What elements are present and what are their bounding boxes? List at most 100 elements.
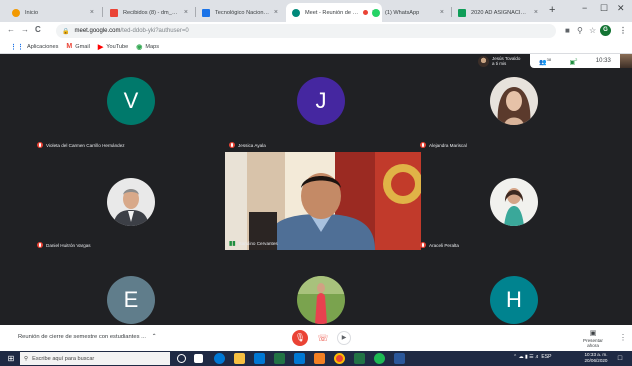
participants-button[interactable]: 👥38: [539, 57, 551, 66]
mic-off-icon: [420, 142, 426, 148]
bookmark-maps[interactable]: ◉ Maps: [136, 43, 159, 51]
network-icon[interactable]: ☰: [529, 354, 533, 360]
tab-gmail[interactable]: Recibidos (8) - dm_gestorio ×: [104, 3, 194, 22]
participant-name-tag: Araceli Peralta: [420, 242, 459, 248]
task-view-icon[interactable]: [194, 354, 203, 363]
participant-photo-art: [490, 178, 538, 226]
mic-off-icon: 🎙: [294, 333, 306, 342]
participant-name: Araceli Peralta: [429, 242, 459, 248]
taskbar-clock[interactable]: 10:33 a. m. 20/06/2020: [583, 352, 609, 364]
close-tab-icon[interactable]: ×: [534, 9, 538, 16]
chrome-icon[interactable]: [334, 353, 345, 364]
address-bar[interactable]: 🔒 meet.google.com /ted-ddob-yki?authuser…: [56, 24, 556, 38]
tab-label: Recibidos (8) - dm_gestorio: [123, 9, 180, 16]
cortana-icon[interactable]: [177, 354, 186, 363]
apps-grid-icon: ⋮⋮: [10, 43, 24, 51]
taskbar-search-box[interactable]: ⚲ Escribe aquí para buscar: [20, 352, 170, 365]
close-tab-icon[interactable]: ×: [184, 9, 188, 16]
participant-avatar-j: J: [297, 77, 345, 125]
participant-name: Jessica Ayala: [238, 142, 266, 148]
close-tab-icon[interactable]: ×: [274, 9, 278, 16]
tab-tecnologico[interactable]: Tecnológico Nacional de Méx ×: [196, 3, 284, 22]
meeting-details[interactable]: Reunión de cierre de semestre con estudi…: [18, 334, 156, 340]
word-icon[interactable]: [394, 353, 405, 364]
cloud-icon[interactable]: ☁: [519, 354, 524, 360]
new-tab-button[interactable]: +: [549, 4, 555, 16]
vlc-icon[interactable]: [314, 353, 325, 364]
reload-button[interactable]: C: [35, 25, 41, 34]
camera-toggle-button[interactable]: ▶: [337, 331, 351, 345]
close-window-button[interactable]: ✕: [617, 3, 625, 14]
forward-button[interactable]: →: [21, 25, 29, 34]
tab-label: (1) WhatsApp: [385, 9, 420, 16]
system-tray: ⌃ ☁ ▮ ☰ ♬ ESP: [513, 354, 551, 360]
main-speaker-frame: [225, 152, 421, 250]
meet-control-bar: Reunión de cierre de semestre con estudi…: [0, 325, 632, 351]
back-button[interactable]: ←: [7, 25, 15, 34]
whatsapp-favicon-icon: [372, 8, 380, 17]
mic-off-icon: [37, 242, 43, 248]
minimize-button[interactable]: −: [582, 3, 587, 13]
participant-name-tag: Alejandra Mariscal: [420, 142, 467, 148]
close-tab-icon[interactable]: ×: [440, 9, 444, 16]
chevron-up-icon: ⌃: [151, 334, 157, 340]
participant-name: Alejandra Mariscal: [429, 142, 467, 148]
youtube-icon: ▶: [97, 43, 104, 51]
spotify-icon[interactable]: [374, 353, 385, 364]
presenter-chip[interactable]: Jesús Tovaldo a ti mis: [478, 54, 526, 68]
star-icon[interactable]: ☆: [589, 26, 596, 35]
mic-toggle-button[interactable]: 🎙: [292, 330, 308, 346]
zoom-icon[interactable]: ⚲: [577, 26, 583, 35]
windows-taskbar: ⊞ ⚲ Escribe aquí para buscar ⌃ ☁ ▮ ☰ ♬ E…: [0, 351, 632, 366]
meet-clock: 10:33: [595, 58, 611, 64]
chat-button[interactable]: ▣2: [570, 57, 578, 66]
bookmark-youtube[interactable]: ▶ YouTube: [98, 43, 128, 51]
excel-icon-2[interactable]: [354, 353, 365, 364]
tab-strip: Inicio × Recibidos (8) - dm_gestorio × T…: [0, 0, 632, 22]
browser-toolbar: ← → C 🔒 meet.google.com /ted-ddob-yki?au…: [0, 22, 632, 40]
camera-icon: ▶: [341, 335, 347, 341]
tab-label: Inicio: [25, 9, 39, 16]
presenter-info: Jesús Tovaldo a ti mis: [492, 56, 520, 66]
explorer-icon[interactable]: [234, 353, 245, 364]
keyboard-language[interactable]: ESP: [541, 354, 551, 360]
start-button[interactable]: ⊞: [4, 353, 18, 364]
participant-photo-art: [490, 77, 538, 125]
notifications-icon[interactable]: □: [615, 354, 625, 363]
present-screen-icon: ▣: [589, 330, 597, 337]
tab-whatsapp[interactable]: (1) WhatsApp ×: [366, 3, 450, 22]
maximize-button[interactable]: ☐: [600, 3, 608, 14]
bookmark-label: Aplicaciones: [27, 43, 59, 50]
bookmark-gmail[interactable]: M Gmail: [66, 43, 89, 50]
bookmark-label: YouTube: [106, 43, 129, 50]
store-icon[interactable]: [254, 353, 265, 364]
profile-avatar[interactable]: G: [600, 25, 611, 36]
meet-top-bar: Jesús Tovaldo a ti mis 👥38 ▣2 10:33: [478, 54, 632, 72]
mail-icon[interactable]: [294, 353, 305, 364]
volume-icon[interactable]: ♬: [535, 354, 540, 360]
tab-inicio[interactable]: Inicio ×: [6, 3, 100, 22]
more-options-icon[interactable]: ⋮: [619, 333, 627, 342]
excel-icon[interactable]: [274, 353, 285, 364]
tray-up-icon[interactable]: ⌃: [513, 354, 517, 360]
battery-icon[interactable]: ▮: [525, 354, 528, 360]
self-view-thumbnail[interactable]: [620, 54, 632, 68]
participant-photo-daniel: [107, 178, 155, 226]
browser-menu-icon[interactable]: ⋮: [619, 26, 627, 35]
lock-icon: 🔒: [62, 28, 70, 35]
mic-off-icon: [37, 142, 43, 148]
bookmark-label: Gmail: [75, 43, 90, 50]
video-cam-icon[interactable]: ■: [565, 26, 570, 35]
url-path: /ted-ddob-yki?authuser=0: [120, 28, 189, 34]
speaking-indicator-icon: ▮▮: [229, 241, 236, 247]
hangup-button[interactable]: ☏: [316, 331, 330, 345]
main-speaker-caption: ▮▮ Sandino Cervantes: [229, 240, 278, 247]
tab-sheets[interactable]: 2020 AD ASIGNACIÓN DE LA ×: [452, 3, 544, 22]
gmail-icon: M: [66, 43, 73, 50]
present-now-button[interactable]: ▣ Presentar ahora: [578, 329, 608, 348]
edge-icon[interactable]: [214, 353, 225, 364]
bookmark-aplicaciones[interactable]: ⋮⋮ Aplicaciones: [10, 43, 58, 51]
close-tab-icon[interactable]: ×: [90, 9, 94, 16]
hangup-icon: ☏: [317, 333, 329, 343]
main-speaker-video[interactable]: ▮▮ Sandino Cervantes: [225, 152, 421, 250]
